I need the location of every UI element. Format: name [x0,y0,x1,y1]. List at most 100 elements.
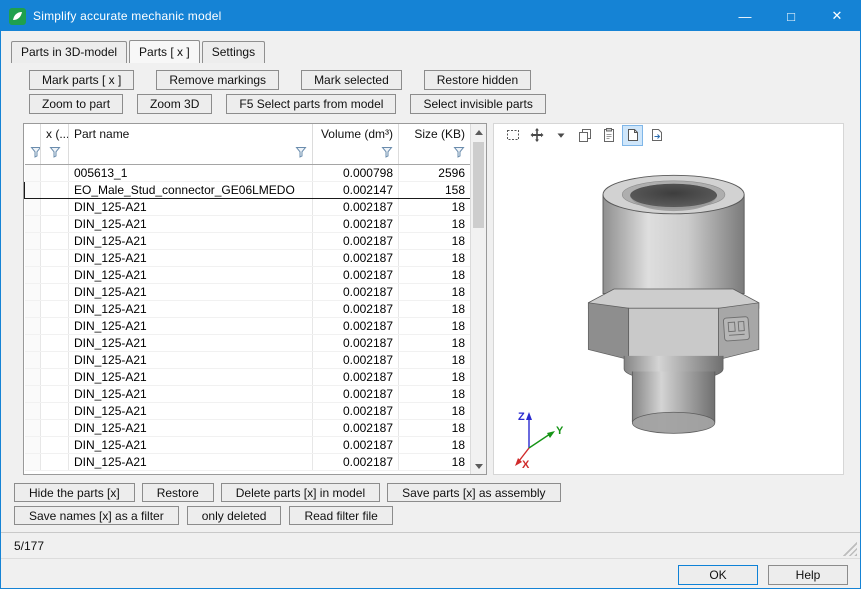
part-name-cell[interactable]: DIN_125-A21 [69,300,313,317]
part-name-cell[interactable]: DIN_125-A21 [69,419,313,436]
x-flag-cell[interactable] [41,334,69,351]
x-flag-cell[interactable] [41,436,69,453]
toolbar-select-invisible-parts-button[interactable]: Select invisible parts [410,94,545,114]
volume-cell[interactable]: 0.002187 [313,402,399,419]
part-name-cell[interactable]: DIN_125-A21 [69,232,313,249]
table-row[interactable]: DIN_125-A210.00218718 [25,232,471,249]
x-flag-cell[interactable] [41,249,69,266]
table-row[interactable]: DIN_125-A210.00218718 [25,283,471,300]
toolbar-remove-markings-button[interactable]: Remove markings [156,70,279,90]
table-row[interactable]: EO_Male_Stud_connector_GE06LMEDO0.002147… [25,181,471,198]
scroll-up-arrow[interactable] [471,124,486,140]
part-name-cell[interactable]: DIN_125-A21 [69,215,313,232]
size-cell[interactable]: 18 [399,419,471,436]
table-row[interactable]: DIN_125-A210.00218718 [25,351,471,368]
volume-cell[interactable]: 0.000798 [313,164,399,181]
x-flag-cell[interactable] [41,266,69,283]
x-flag-cell[interactable] [41,300,69,317]
row-selector-cell[interactable] [25,385,41,402]
volume-cell[interactable]: 0.002187 [313,317,399,334]
filter-button[interactable] [313,143,399,164]
table-row[interactable]: DIN_125-A210.00218718 [25,317,471,334]
size-cell[interactable]: 18 [399,385,471,402]
size-cell[interactable]: 18 [399,266,471,283]
size-cell[interactable]: 18 [399,368,471,385]
size-cell[interactable]: 18 [399,283,471,300]
table-row[interactable]: DIN_125-A210.00218718 [25,368,471,385]
x-flag-cell[interactable] [41,351,69,368]
part-name-cell[interactable]: EO_Male_Stud_connector_GE06LMEDO [69,181,313,198]
toolbar-restore-hidden-button[interactable]: Restore hidden [424,70,531,90]
action-restore-button[interactable]: Restore [142,483,214,502]
export-view-icon[interactable] [647,126,666,145]
tab-parts-x[interactable]: Parts [ x ] [129,40,200,63]
part-name-cell[interactable]: DIN_125-A21 [69,402,313,419]
table-row[interactable]: DIN_125-A210.00218718 [25,436,471,453]
scroll-down-arrow[interactable] [471,458,486,474]
x-flag-cell[interactable] [41,402,69,419]
size-cell[interactable]: 18 [399,300,471,317]
row-selector-cell[interactable] [25,334,41,351]
table-row[interactable]: DIN_125-A210.00218718 [25,419,471,436]
select-window-icon[interactable] [503,126,522,145]
x-flag-cell[interactable] [41,283,69,300]
x-flag-cell[interactable] [41,215,69,232]
volume-cell[interactable]: 0.002187 [313,215,399,232]
table-row[interactable]: DIN_125-A210.00218718 [25,402,471,419]
paste-view-icon[interactable] [599,126,618,145]
part-name-cell[interactable]: DIN_125-A21 [69,436,313,453]
volume-cell[interactable]: 0.002187 [313,351,399,368]
size-cell[interactable]: 18 [399,198,471,215]
action-only-deleted-button[interactable]: only deleted [187,506,282,525]
size-cell[interactable]: 18 [399,351,471,368]
toolbar-f5-select-parts-from-model-button[interactable]: F5 Select parts from model [226,94,396,114]
action-hide-the-parts-x-button[interactable]: Hide the parts [x] [14,483,135,502]
filter-button[interactable] [399,143,471,164]
copy-view-icon[interactable] [575,126,594,145]
part-name-cell[interactable]: DIN_125-A21 [69,351,313,368]
size-cell[interactable]: 18 [399,317,471,334]
volume-cell[interactable]: 0.002187 [313,232,399,249]
volume-cell[interactable]: 0.002187 [313,385,399,402]
size-cell[interactable]: 18 [399,215,471,232]
size-cell[interactable]: 18 [399,436,471,453]
part-name-cell[interactable]: 005613_1 [69,164,313,181]
table-scrollbar[interactable] [470,124,486,474]
part-name-cell[interactable]: DIN_125-A21 [69,266,313,283]
row-selector-cell[interactable] [25,215,41,232]
x-flag-cell[interactable] [41,317,69,334]
row-selector-cell[interactable] [25,368,41,385]
size-cell[interactable]: 18 [399,232,471,249]
scrollbar-thumb[interactable] [473,142,484,228]
row-selector-cell[interactable] [25,402,41,419]
part-name-cell[interactable]: DIN_125-A21 [69,317,313,334]
toolbar-zoom-3d-button[interactable]: Zoom 3D [137,94,212,114]
filter-button[interactable] [41,143,69,164]
volume-cell[interactable]: 0.002187 [313,300,399,317]
table-row[interactable]: DIN_125-A210.00218718 [25,385,471,402]
dropdown-icon[interactable] [551,126,570,145]
pan-icon[interactable] [527,126,546,145]
row-selector-cell[interactable] [25,266,41,283]
row-selector-cell[interactable] [25,300,41,317]
x-flag-cell[interactable] [41,368,69,385]
table-row[interactable]: DIN_125-A210.00218718 [25,198,471,215]
row-selector-cell[interactable] [25,317,41,334]
help-button[interactable]: Help [768,565,848,585]
part-name-cell[interactable]: DIN_125-A21 [69,368,313,385]
row-selector-cell[interactable] [25,453,41,470]
filter-button[interactable] [25,143,41,164]
table-row[interactable]: DIN_125-A210.00218718 [25,300,471,317]
table-row[interactable]: DIN_125-A210.00218718 [25,453,471,470]
filter-button[interactable] [69,143,313,164]
table-row[interactable]: 005613_10.0007982596 [25,164,471,181]
minimize-button[interactable]: — [722,1,768,31]
volume-cell[interactable]: 0.002187 [313,368,399,385]
volume-cell[interactable]: 0.002147 [313,181,399,198]
capture-view-icon[interactable] [623,126,642,145]
titlebar[interactable]: Simplify accurate mechanic model — □ ✕ [1,1,860,31]
row-selector-cell[interactable] [25,249,41,266]
volume-cell[interactable]: 0.002187 [313,436,399,453]
part-name-cell[interactable]: DIN_125-A21 [69,283,313,300]
column-header-volume-dm[interactable]: Volume (dm³) [313,124,399,143]
